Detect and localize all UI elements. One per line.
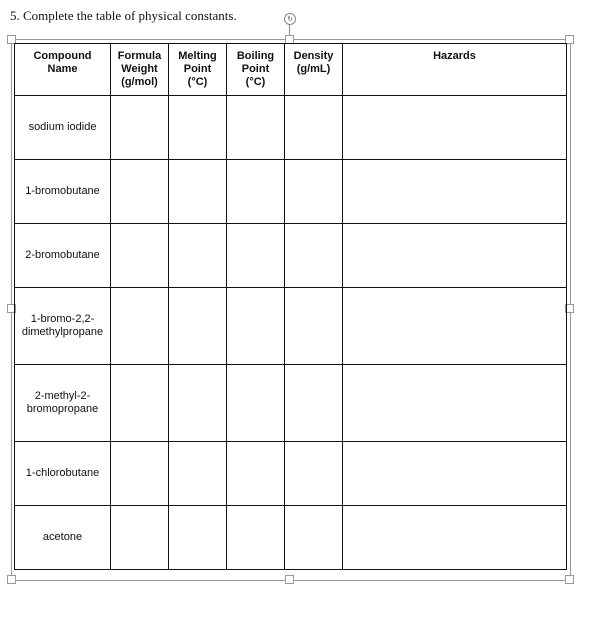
melting-point-cell[interactable]: [168, 223, 227, 288]
header-row: Compound Name Formula Weight (g/mol) Melting P…: [14, 43, 567, 96]
boiling-point-cell[interactable]: [226, 287, 285, 365]
formula-weight-cell[interactable]: [110, 364, 169, 442]
header-boiling-point: Boiling Point (°C): [226, 43, 285, 96]
compound-name-cell: 2-methyl-2- bromopropane: [14, 364, 111, 442]
compound-name: acetone: [42, 531, 83, 543]
header-text: Hazards: [433, 50, 476, 62]
melting-point-cell[interactable]: [168, 364, 227, 442]
header-text: Boiling: [236, 50, 275, 62]
density-cell[interactable]: [284, 441, 343, 506]
table-row: 2-bromobutane: [14, 223, 567, 288]
table-row: 1-bromo-2,2- dimethylpropane: [14, 287, 567, 365]
compound-name: 1-bromo-2,2-: [30, 313, 95, 325]
table-row: sodium iodide: [14, 95, 567, 160]
header-text: Name: [47, 63, 78, 75]
question-text: 5. Complete the table of physical consta…: [10, 8, 237, 23]
compound-name: dimethylpropane: [21, 326, 104, 338]
density-cell[interactable]: [284, 95, 343, 160]
rotate-icon[interactable]: ↻: [284, 13, 296, 25]
table-row: 1-chlorobutane: [14, 441, 567, 506]
boiling-point-cell[interactable]: [226, 505, 285, 570]
density-cell[interactable]: [284, 364, 343, 442]
header-melting-point: Melting Point (°C): [168, 43, 227, 96]
header-density: Density (g/mL): [284, 43, 343, 96]
boiling-point-cell[interactable]: [226, 95, 285, 160]
compound-name: bromopropane: [26, 403, 99, 415]
header-compound-name: Compound Name: [14, 43, 111, 96]
boiling-point-cell[interactable]: [226, 441, 285, 506]
table-row: 2-methyl-2- bromopropane: [14, 364, 567, 442]
compound-name-cell: sodium iodide: [14, 95, 111, 160]
formula-weight-cell[interactable]: [110, 287, 169, 365]
formula-weight-cell[interactable]: [110, 223, 169, 288]
compound-name-cell: 2-bromobutane: [14, 223, 111, 288]
compound-name-cell: 1-chlorobutane: [14, 441, 111, 506]
hazards-cell[interactable]: [342, 159, 567, 224]
hazards-cell[interactable]: [342, 95, 567, 160]
hazards-cell[interactable]: [342, 223, 567, 288]
header-text: Formula: [117, 50, 162, 62]
compound-name: 2-bromobutane: [25, 249, 100, 261]
header-text: (°C): [187, 76, 208, 88]
boiling-point-cell[interactable]: [226, 223, 285, 288]
melting-point-cell[interactable]: [168, 159, 227, 224]
header-formula-weight: Formula Weight (g/mol): [110, 43, 169, 96]
header-text: Point: [241, 63, 270, 75]
compound-name: 2-methyl-2-: [34, 390, 91, 402]
header-text: (g/mol): [121, 76, 158, 88]
formula-weight-cell[interactable]: [110, 505, 169, 570]
density-cell[interactable]: [284, 287, 343, 365]
hazards-cell[interactable]: [342, 287, 567, 365]
table-row: acetone: [14, 505, 567, 570]
density-cell[interactable]: [284, 223, 343, 288]
formula-weight-cell[interactable]: [110, 95, 169, 160]
table-row: 1-bromobutane: [14, 159, 567, 224]
compound-name: sodium iodide: [28, 121, 97, 133]
compound-name-cell: 1-bromobutane: [14, 159, 111, 224]
melting-point-cell[interactable]: [168, 287, 227, 365]
compound-name-cell: acetone: [14, 505, 111, 570]
header-text: Weight: [121, 63, 158, 75]
density-cell[interactable]: [284, 505, 343, 570]
formula-weight-cell[interactable]: [110, 159, 169, 224]
melting-point-cell[interactable]: [168, 505, 227, 570]
compound-name: 1-chlorobutane: [25, 467, 100, 479]
header-hazards: Hazards: [342, 43, 567, 96]
header-text: Point: [183, 63, 212, 75]
physical-constants-table: Compound Name Formula Weight (g/mol) Melting P…: [14, 43, 567, 570]
compound-name: 1-bromobutane: [25, 185, 100, 197]
compound-name-cell: 1-bromo-2,2- dimethylpropane: [14, 287, 111, 365]
header-text: Density: [293, 50, 334, 62]
resize-handle-bottom-left[interactable]: [7, 575, 16, 584]
resize-handle-bottom-right[interactable]: [565, 575, 574, 584]
header-text: (°C): [245, 76, 266, 88]
melting-point-cell[interactable]: [168, 441, 227, 506]
boiling-point-cell[interactable]: [226, 364, 285, 442]
header-text: (g/mL): [296, 63, 331, 75]
resize-handle-bottom-middle[interactable]: [285, 575, 294, 584]
melting-point-cell[interactable]: [168, 95, 227, 160]
boiling-point-cell[interactable]: [226, 159, 285, 224]
formula-weight-cell[interactable]: [110, 441, 169, 506]
hazards-cell[interactable]: [342, 364, 567, 442]
header-text: Melting: [178, 50, 217, 62]
hazards-cell[interactable]: [342, 441, 567, 506]
header-text: Compound: [33, 50, 92, 62]
hazards-cell[interactable]: [342, 505, 567, 570]
density-cell[interactable]: [284, 159, 343, 224]
